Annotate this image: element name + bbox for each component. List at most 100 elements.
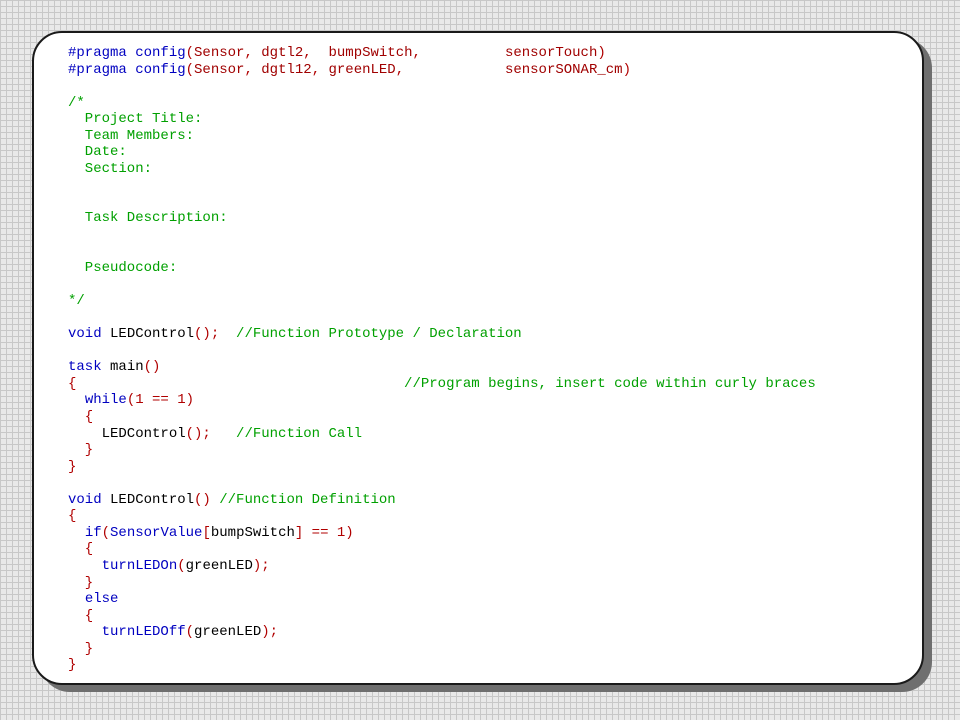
code-token: Sensor	[194, 45, 245, 61]
code-token: Date:	[68, 144, 127, 161]
code-token: [	[202, 524, 211, 541]
code-token: (	[177, 557, 186, 574]
code-token: (	[185, 624, 195, 641]
code-token: ,	[311, 61, 329, 78]
code-line: #pragma config(Sensor, dgtl2, bumpSwitch…	[68, 45, 918, 62]
code-token: ()	[194, 491, 211, 508]
code-token: LEDControl	[101, 491, 195, 508]
code-token: else	[84, 591, 119, 608]
code-line: }	[68, 442, 918, 459]
code-token: );	[261, 624, 279, 641]
code-token: while	[84, 392, 127, 409]
code-line: task main()	[68, 359, 918, 376]
code-token: bumpSwitch	[210, 524, 295, 541]
code-token: task	[68, 359, 102, 376]
code-token: (	[185, 61, 195, 78]
code-line: }	[68, 459, 918, 476]
code-token: ()	[143, 359, 161, 376]
code-token: ,	[244, 45, 262, 61]
code-token: void	[68, 326, 102, 343]
code-line: if(SensorValue[bumpSwitch] == 1)	[68, 525, 918, 542]
code-token: main	[101, 359, 144, 376]
code-token: turnLEDOff	[101, 624, 186, 641]
code-token: (	[101, 524, 111, 541]
code-token: }	[68, 640, 94, 657]
code-token: );	[252, 557, 270, 574]
code-line: {	[68, 508, 918, 525]
code-line: turnLEDOff(greenLED);	[68, 624, 918, 641]
code-token: ,	[303, 45, 329, 61]
code-token: //Function Definition	[210, 491, 396, 508]
code-token: }	[68, 574, 94, 591]
code-line: {	[68, 541, 918, 558]
code-token: LEDControl	[68, 425, 186, 442]
code-line: LEDControl(); //Function Call	[68, 426, 918, 443]
code-token: bumpSwitch	[328, 45, 413, 61]
code-token: ,	[244, 61, 262, 78]
code-line: */	[68, 293, 918, 310]
code-token: Task Description:	[68, 210, 228, 227]
code-line: while(1 == 1)	[68, 392, 918, 409]
code-token: if	[84, 524, 102, 541]
code-token: greenLED	[194, 624, 262, 641]
code-line: Task Description:	[68, 210, 918, 227]
code-line: Project Title:	[68, 111, 918, 128]
code-line: void LEDControl(); //Function Prototype …	[68, 326, 918, 343]
code-token: )	[622, 61, 631, 78]
code-token: ,	[395, 61, 505, 78]
code-token: dgtl12	[261, 61, 312, 78]
code-token: turnLEDOn	[101, 557, 178, 574]
code-token: Section:	[68, 160, 153, 177]
code-token: ] == 1)	[294, 524, 354, 541]
code-line: Team Members:	[68, 128, 918, 145]
code-card: #pragma config(Sensor, dgtl2, bumpSwitch…	[32, 31, 924, 685]
code-token: {	[68, 409, 94, 426]
code-listing: #pragma config(Sensor, dgtl2, bumpSwitch…	[68, 45, 918, 674]
code-line: #pragma config(Sensor, dgtl12, greenLED,…	[68, 62, 918, 79]
code-token: ();	[185, 425, 211, 442]
code-token: )	[597, 45, 606, 61]
code-line: Section:	[68, 161, 918, 178]
code-line: { //Program begins, insert code within c…	[68, 376, 918, 393]
code-token: }	[68, 458, 77, 475]
code-token: Project Title:	[68, 111, 203, 128]
code-line: Date:	[68, 144, 918, 161]
code-token: (1 == 1)	[126, 392, 195, 409]
code-token: #pragma config	[68, 45, 186, 61]
code-token: dgtl2	[261, 45, 304, 61]
code-token: //Function Call	[210, 425, 363, 442]
code-line: turnLEDOn(greenLED);	[68, 558, 918, 575]
code-token: }	[68, 442, 94, 459]
code-token: {	[68, 607, 94, 624]
code-line: {	[68, 409, 918, 426]
code-token: greenLED	[185, 557, 253, 574]
code-token: /*	[68, 94, 85, 111]
code-line: /*	[68, 95, 918, 112]
code-token: ();	[194, 326, 220, 343]
code-token: Pseudocode:	[68, 260, 178, 277]
code-token: sensorSONAR_cm	[504, 61, 623, 78]
code-line: }	[68, 641, 918, 658]
code-token: ,	[412, 45, 505, 61]
code-token: #pragma config	[68, 61, 186, 78]
code-token: //Program begins, insert code within cur…	[76, 375, 816, 392]
code-token: }	[68, 657, 77, 674]
code-token: //Function Prototype / Declaration	[219, 326, 522, 343]
code-token: {	[68, 508, 77, 525]
code-token: Team Members:	[68, 127, 195, 144]
code-line: {	[68, 608, 918, 625]
code-token: sensorTouch	[504, 45, 598, 61]
code-token: (	[185, 45, 195, 61]
